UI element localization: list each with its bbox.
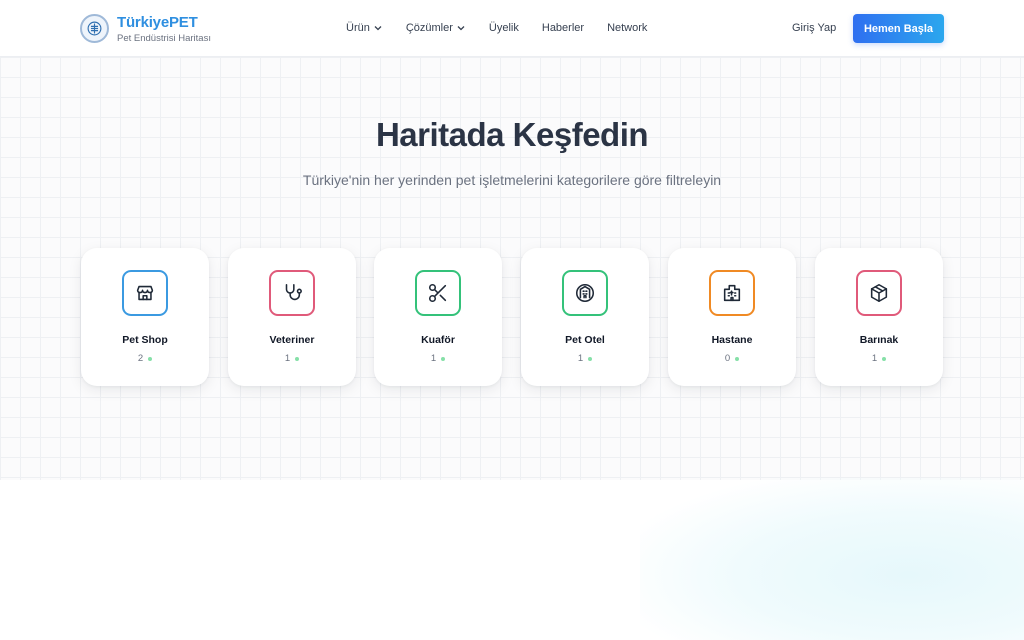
nav-item-label: Çözümler xyxy=(405,22,453,34)
nav-item-label: Network xyxy=(607,22,648,34)
category-card-barinak[interactable]: Barınak 1 xyxy=(815,248,943,386)
status-dot xyxy=(588,356,593,361)
site-header: TürkiyePET Pet Endüstrisi Haritası Ürün … xyxy=(0,0,1024,57)
nav-item-urun[interactable]: Ürün xyxy=(346,22,383,34)
shelter-icon xyxy=(856,270,902,316)
page-title: Haritada Keşfedin xyxy=(375,116,649,153)
login-link[interactable]: Giriş Yap xyxy=(792,22,836,34)
status-dot xyxy=(441,356,446,361)
nav-item-cozumler[interactable]: Çözümler xyxy=(406,22,466,34)
category-count: 1 xyxy=(228,353,356,364)
decorative-glow xyxy=(640,478,1024,640)
category-card-veteriner[interactable]: Veteriner 1 xyxy=(228,248,356,386)
chevron-down-icon xyxy=(457,26,465,31)
nav-item-label: Haberler xyxy=(541,22,585,34)
brand-name[interactable]: TürkiyePET xyxy=(117,14,198,31)
status-dot xyxy=(295,356,300,361)
category-count-value: 1 xyxy=(284,353,291,364)
nav-item-label: Ürün xyxy=(346,22,370,34)
category-count-value: 2 xyxy=(137,353,144,364)
category-title: Hastane xyxy=(711,334,753,346)
category-card-pet-shop[interactable]: Pet Shop 2 xyxy=(81,248,209,386)
stethoscope-icon xyxy=(269,270,315,316)
category-title: Veteriner xyxy=(269,334,315,346)
category-card-pet-otel[interactable]: Pet Otel 1 xyxy=(521,248,649,386)
category-title: Barınak xyxy=(859,334,899,346)
main-nav: Ürün Çözümler Üyelik Haberler Network xyxy=(346,22,670,34)
nav-item-network[interactable]: Network xyxy=(607,22,647,34)
logo-icon[interactable] xyxy=(80,14,109,43)
category-count-value: 0 xyxy=(724,353,731,364)
category-card-kuafor[interactable]: Kuaför 1 xyxy=(374,248,502,386)
page-subtitle: Türkiye'nin her yerinden pet işletmeleri… xyxy=(302,172,722,188)
category-title: Pet Otel xyxy=(565,334,605,346)
category-count-value: 1 xyxy=(577,353,584,364)
nav-item-haberler[interactable]: Haberler xyxy=(542,22,584,34)
category-count: 1 xyxy=(374,353,502,364)
nav-item-label: Üyelik xyxy=(488,22,519,34)
brand-subtitle: Pet Endüstrisi Haritası xyxy=(117,33,211,44)
store-icon xyxy=(122,270,168,316)
get-started-button[interactable]: Hemen Başla xyxy=(853,14,944,43)
status-dot xyxy=(882,356,887,361)
category-count-value: 1 xyxy=(871,353,878,364)
status-dot xyxy=(148,356,153,361)
category-count: 1 xyxy=(815,353,943,364)
scissors-icon xyxy=(415,270,461,316)
category-title: Kuaför xyxy=(421,334,455,346)
nav-item-uyelik[interactable]: Üyelik xyxy=(489,22,519,34)
chevron-down-icon xyxy=(374,26,382,31)
category-count-value: 1 xyxy=(430,353,437,364)
category-count: 0 xyxy=(668,353,796,364)
hospital-icon xyxy=(709,270,755,316)
status-dot xyxy=(735,356,740,361)
category-count: 2 xyxy=(81,353,209,364)
hotel-icon xyxy=(562,270,608,316)
category-count: 1 xyxy=(521,353,649,364)
category-title: Pet Shop xyxy=(122,334,168,346)
category-card-hastane[interactable]: Hastane 0 xyxy=(668,248,796,386)
